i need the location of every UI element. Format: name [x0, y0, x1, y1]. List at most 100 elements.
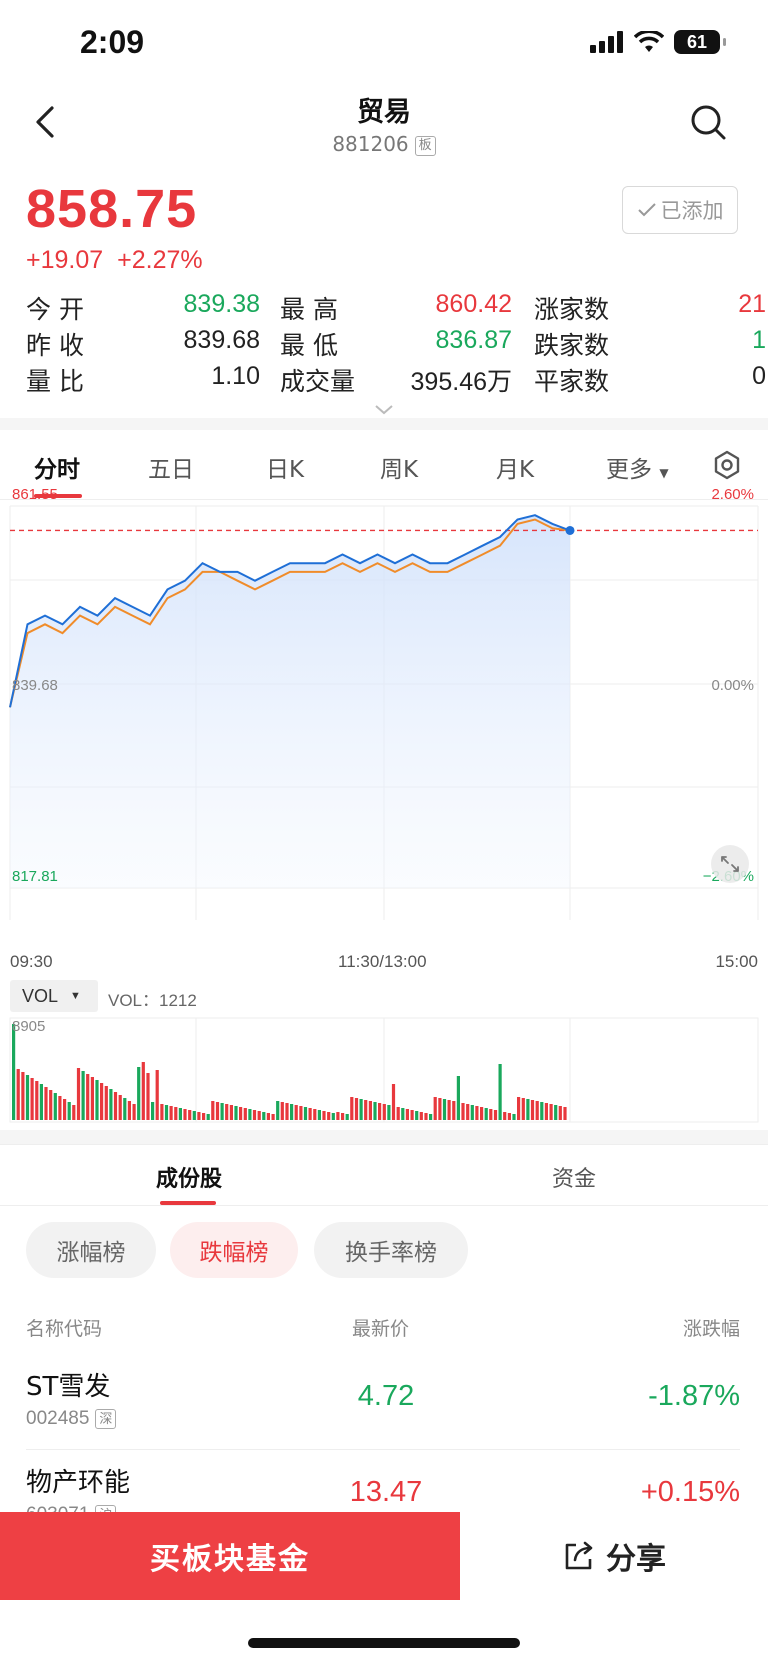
- flat-count-label: 平家数: [534, 367, 610, 396]
- volume-max: 8905: [12, 1018, 46, 1035]
- volume-bar: [206, 1114, 210, 1120]
- volume-bar: [113, 1092, 118, 1120]
- pill-losers[interactable]: 跌幅榜: [170, 1222, 298, 1278]
- volume-bar: [100, 1083, 104, 1120]
- intraday-chart[interactable]: 861.55 839.68 817.81 2.60% 0.00% −2.60% …: [0, 486, 768, 980]
- expand-chevron-icon[interactable]: [374, 404, 394, 416]
- volume-bar: [266, 1113, 270, 1120]
- up-count-label: 涨家数: [534, 295, 610, 324]
- high-label: 最 高: [280, 295, 338, 324]
- volume-bar: [72, 1105, 76, 1120]
- volume-bar: [303, 1107, 308, 1120]
- page-subtitle: 881206 板: [0, 132, 768, 156]
- volume-bar: [470, 1105, 474, 1120]
- sector-badge: 板: [414, 135, 436, 156]
- pill-gainers[interactable]: 涨幅榜: [26, 1222, 156, 1278]
- volume-bar: [530, 1100, 535, 1120]
- tab-five-day[interactable]: 五日: [148, 450, 194, 484]
- flat-count-value: 0: [752, 362, 766, 390]
- tab-constituents[interactable]: 成份股: [156, 1161, 222, 1193]
- volume-bar: [373, 1102, 377, 1120]
- time-end: 15:00: [715, 952, 758, 971]
- volume-bar: [30, 1078, 34, 1120]
- tab-more[interactable]: 更多 ▼: [606, 450, 669, 484]
- volume-bar: [188, 1110, 192, 1120]
- search-icon[interactable]: [688, 102, 728, 142]
- volume-bar: [327, 1112, 331, 1120]
- low-value: 836.87: [435, 326, 512, 354]
- volume-ratio-label: 量 比: [26, 367, 84, 396]
- volume-bar: [554, 1105, 558, 1120]
- volume-bar: [141, 1062, 145, 1120]
- added-watchlist-button[interactable]: 已添加: [622, 186, 738, 234]
- volume-bar: [16, 1069, 20, 1120]
- price-change: +19.07 +2.27%: [26, 246, 203, 275]
- volume-bar: [248, 1109, 252, 1120]
- volume-bar: [405, 1109, 409, 1120]
- stock-name: ST雪发: [26, 1372, 111, 1402]
- intraday-chart-svg: [9, 505, 759, 920]
- volume-bar: [202, 1113, 206, 1120]
- volume-bar: [257, 1111, 261, 1120]
- volume-bar: [480, 1107, 484, 1120]
- pill-turnover[interactable]: 换手率榜: [314, 1222, 468, 1278]
- volume-bar: [526, 1099, 530, 1120]
- change-value: +19.07: [26, 246, 104, 274]
- status-icons: 61: [590, 30, 726, 54]
- tab-capital[interactable]: 资金: [552, 1161, 596, 1193]
- tab-daily-k[interactable]: 日K: [266, 450, 304, 484]
- volume-bar: [192, 1111, 196, 1120]
- tab-monthly-k[interactable]: 月K: [496, 450, 534, 484]
- volume-bar: [174, 1107, 178, 1120]
- volume-bar: [294, 1105, 298, 1120]
- header-price[interactable]: 最新价: [352, 1314, 409, 1341]
- volume-bar: [183, 1109, 187, 1120]
- y-axis-top: 861.55: [12, 486, 58, 503]
- cellular-signal-icon: [590, 31, 623, 53]
- volume-bar: [364, 1100, 368, 1120]
- section-divider: [0, 418, 768, 430]
- volume-bar: [81, 1071, 85, 1120]
- volume-bar: [127, 1101, 131, 1120]
- volume-bar: [341, 1113, 345, 1120]
- home-indicator: [248, 1638, 520, 1648]
- fullscreen-icon[interactable]: [710, 844, 750, 884]
- open-value: 839.38: [183, 290, 260, 318]
- header-change[interactable]: 涨跌幅: [683, 1314, 740, 1341]
- buy-sector-fund-button[interactable]: 买板块基金: [0, 1512, 460, 1600]
- stock-name: 物产环能: [26, 1468, 131, 1498]
- status-bar: 2:09 61: [0, 0, 768, 88]
- table-header: 名称代码 最新价 涨跌幅: [26, 1314, 740, 1344]
- volume-bar: [429, 1114, 433, 1120]
- stock-code: 002485 深: [26, 1408, 117, 1430]
- volume-bar: [137, 1067, 141, 1120]
- volume-bar: [12, 1024, 16, 1120]
- down-count-value: 1: [752, 326, 766, 354]
- pct-axis-mid: 0.00%: [711, 677, 754, 694]
- volume-label: 成交量: [280, 367, 356, 396]
- volume-bar: [493, 1110, 498, 1120]
- volume-bar: [410, 1110, 414, 1120]
- volume-ratio-value: 1.10: [211, 362, 260, 390]
- table-row[interactable]: ST雪发 002485 深 4.72 -1.87%: [26, 1354, 740, 1450]
- tab-weekly-k[interactable]: 周K: [380, 450, 418, 484]
- time-mid: 11:30/13:00: [338, 952, 427, 971]
- share-button[interactable]: 分享: [460, 1512, 768, 1600]
- volume-bar: [299, 1106, 303, 1120]
- volume-bar: [317, 1110, 321, 1120]
- stock-change-pct: +0.15%: [640, 1476, 740, 1508]
- tab-intraday[interactable]: 分时: [34, 450, 80, 484]
- volume-bar: [461, 1103, 465, 1120]
- settings-icon[interactable]: [712, 450, 742, 480]
- stock-code-value: 002485: [26, 1408, 90, 1429]
- volume-bar: [252, 1110, 257, 1120]
- volume-bar: [220, 1103, 224, 1120]
- volume-bars: [12, 1024, 567, 1120]
- volume-bar: [507, 1113, 511, 1120]
- caret-down-icon: ▼: [659, 466, 669, 480]
- volume-bar: [118, 1095, 122, 1120]
- volume-bar: [67, 1102, 71, 1120]
- market-badge: 深: [95, 1408, 117, 1429]
- volume-bar: [58, 1096, 62, 1120]
- indicator-select[interactable]: VOL ▼: [10, 980, 98, 1012]
